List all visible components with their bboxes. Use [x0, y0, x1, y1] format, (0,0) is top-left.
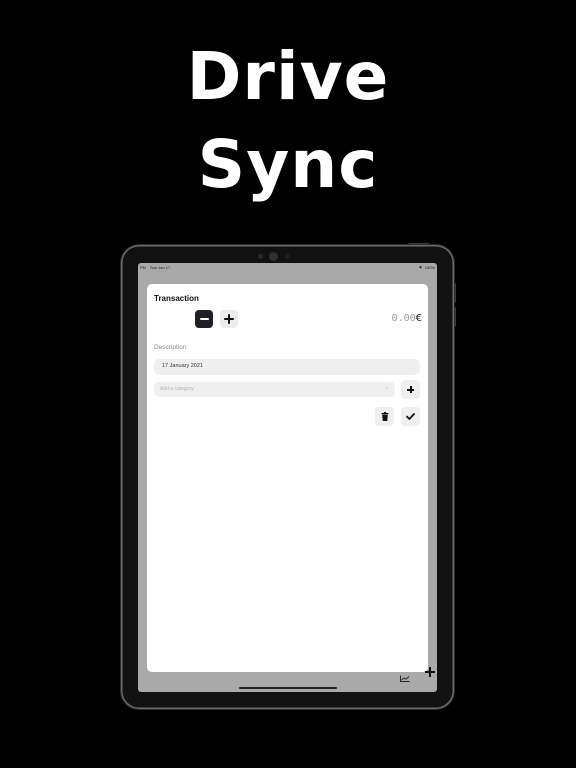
chevron-down-icon: ⌄ [384, 385, 389, 391]
status-bar: PM Sun Jan 17 100% [138, 263, 437, 272]
currency-symbol: € [415, 313, 422, 324]
status-date: Sun Jan 17 [150, 265, 171, 270]
plus-icon [407, 386, 414, 393]
status-battery: 100% [424, 265, 435, 270]
amount-value: 0.00 [391, 313, 416, 324]
chart-icon [400, 675, 410, 682]
income-toggle-button[interactable] [220, 310, 238, 328]
status-time: PM [140, 265, 146, 270]
promo-title-line-2: Sync [197, 126, 379, 203]
add-category-button[interactable] [401, 380, 420, 399]
amount-input[interactable]: 0.00€ [392, 313, 422, 324]
transaction-sheet: Transaction 0.00€ Description 17 January… [147, 284, 428, 672]
minus-icon [199, 317, 209, 321]
device-sensor [258, 254, 263, 259]
description-input[interactable]: Description [154, 344, 187, 351]
category-placeholder: Add a category [160, 386, 194, 392]
date-value: 17 January 2021 [162, 363, 203, 369]
plus-icon [224, 314, 234, 324]
chart-button[interactable] [400, 669, 410, 687]
home-indicator [239, 687, 337, 689]
date-picker[interactable]: 17 January 2021 [154, 359, 420, 375]
add-transaction-button[interactable] [425, 667, 435, 677]
check-icon [406, 413, 415, 420]
wifi-icon [418, 265, 423, 270]
save-button[interactable] [401, 407, 420, 426]
device-screen: PM Sun Jan 17 100% Transaction 0.00€ Des… [138, 263, 437, 692]
sheet-title: Transaction [154, 294, 199, 303]
device-camera [269, 252, 278, 261]
device-sensor [285, 254, 290, 259]
delete-button[interactable] [375, 407, 394, 426]
expense-toggle-button[interactable] [195, 310, 213, 328]
trash-icon [381, 412, 388, 421]
category-select[interactable]: Add a category ⌄ [154, 382, 395, 397]
promo-title-line-1: Drive [186, 38, 390, 115]
